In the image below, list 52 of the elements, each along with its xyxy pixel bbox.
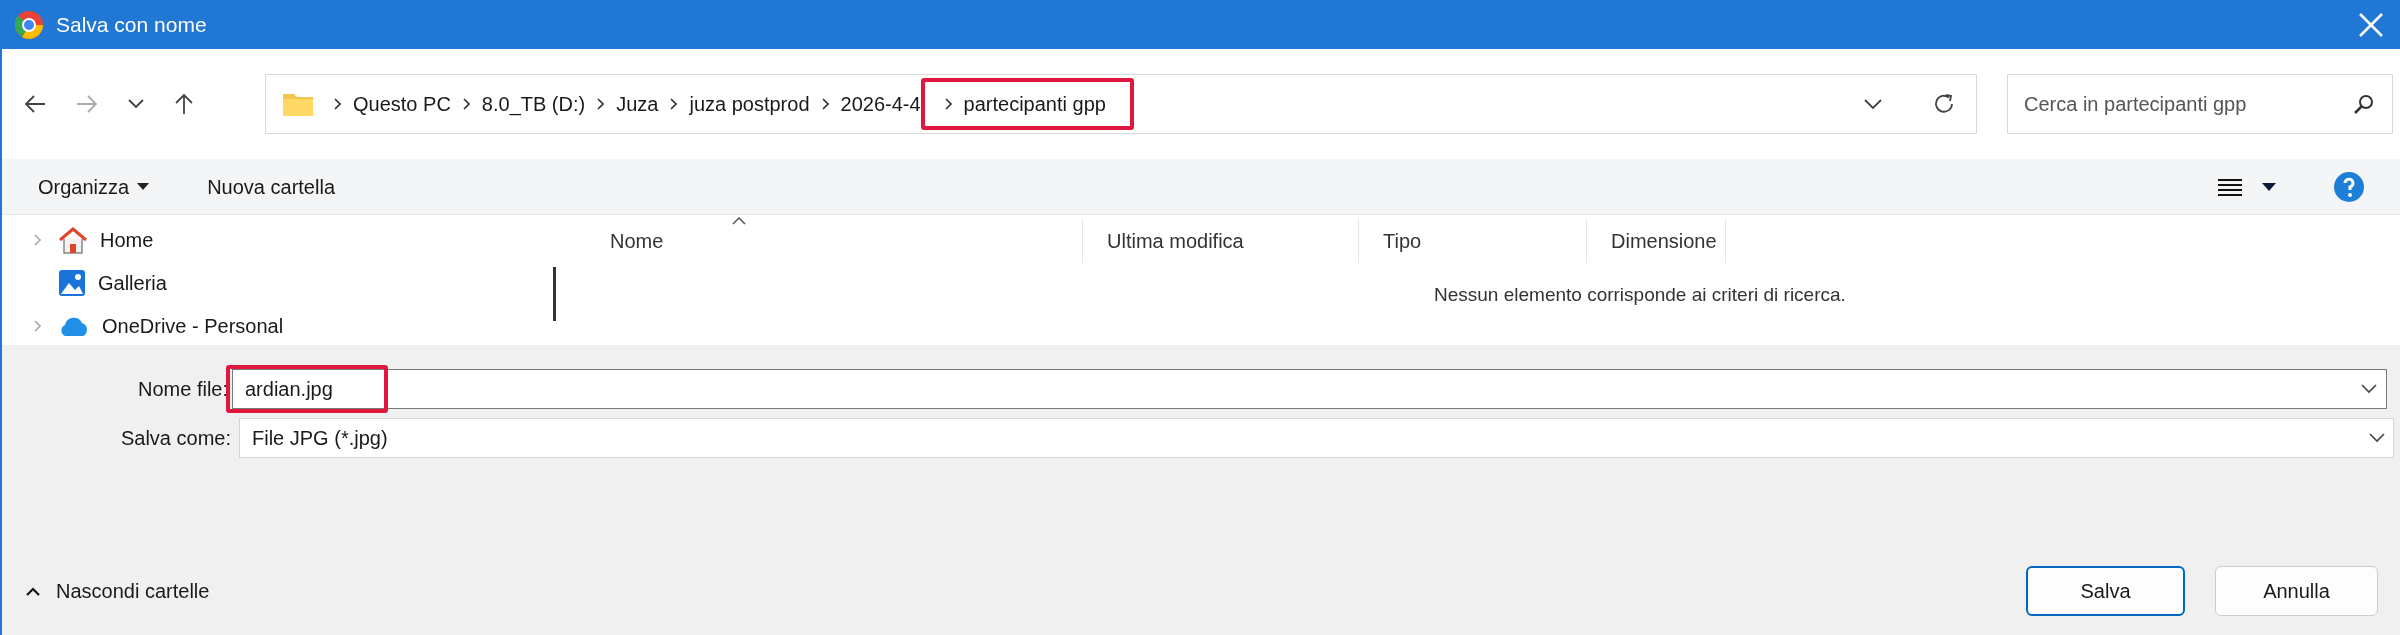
- help-icon[interactable]: [2334, 171, 2364, 202]
- up-arrow-icon[interactable]: [174, 93, 194, 115]
- breadcrumb-item[interactable]: Questo PC: [353, 89, 451, 119]
- breadcrumb-item[interactable]: partecipanti gpp: [963, 89, 1106, 119]
- column-header[interactable]: Tipo: [1359, 219, 1587, 263]
- file-name-field[interactable]: ardian.jpg: [232, 369, 2387, 409]
- breadcrumb-item[interactable]: 2026-4-4: [840, 89, 921, 119]
- column-header[interactable]: Dimensione: [1587, 219, 1726, 263]
- sidebar-item[interactable]: Home: [100, 225, 154, 255]
- breadcrumb-item[interactable]: Juza: [616, 89, 659, 119]
- file-type-dropdown[interactable]: File JPG (*.jpg): [239, 418, 2394, 458]
- organize-button[interactable]: Organizza: [38, 171, 150, 202]
- chevron-right-icon: [944, 98, 952, 110]
- picture-icon: [58, 269, 86, 297]
- refresh-icon[interactable]: [1932, 92, 1956, 116]
- field-label: Nome file:: [136, 377, 229, 402]
- chevron-down-icon[interactable]: [1864, 98, 1882, 110]
- window-title: Salva con nome: [56, 11, 207, 38]
- cancel-button[interactable]: Annulla: [2215, 566, 2378, 616]
- chevron-right-icon: [821, 98, 829, 110]
- scrollbar-thumb[interactable]: [552, 267, 556, 321]
- chevron-down-icon: [2369, 433, 2385, 443]
- column-header[interactable]: Nome: [586, 219, 1083, 263]
- chevron-right-icon: [597, 98, 605, 110]
- app-logo-icon: [14, 9, 44, 40]
- chevron-right-icon: [670, 98, 678, 110]
- field-label: Salva come:: [119, 426, 232, 451]
- close-icon[interactable]: [2358, 11, 2384, 38]
- new-folder-button[interactable]: Nuova cartella: [207, 171, 335, 202]
- caret-icon[interactable]: [2262, 182, 2276, 191]
- house-icon: [58, 226, 88, 254]
- address-bar[interactable]: Questo PC 8.0_TB (D:) Juza juza postprod 2026-4-4 partecipanti gpp: [265, 74, 1977, 134]
- hide-folders-toggle[interactable]: Nascondi cartelle: [26, 576, 210, 606]
- chevron-right-icon: [334, 98, 341, 110]
- breadcrumb-item[interactable]: juza postprod: [689, 89, 810, 119]
- save-button[interactable]: Salva: [2026, 566, 2185, 616]
- cloud-icon: [58, 315, 90, 337]
- sidebar-item[interactable]: OneDrive - Personal: [102, 311, 284, 341]
- search-field[interactable]: Cerca in partecipanti gpp: [2007, 74, 2393, 134]
- chevron-down-icon[interactable]: [128, 99, 144, 109]
- breadcrumb-item[interactable]: 8.0_TB (D:): [481, 89, 586, 119]
- search-icon: [2353, 93, 2375, 115]
- empty-message: Nessun elemento corrisponde ai criteri di ricerca.: [1434, 283, 1847, 307]
- folder-icon: [282, 91, 314, 117]
- caret-icon: [137, 183, 150, 190]
- chevron-right-icon: [462, 98, 470, 110]
- back-arrow-icon[interactable]: [24, 94, 46, 114]
- view-list-icon[interactable]: [2218, 177, 2242, 196]
- column-header[interactable]: Ultima modifica: [1083, 219, 1359, 263]
- chevron-down-icon[interactable]: [2361, 384, 2377, 394]
- chevron-up-icon: [26, 586, 40, 596]
- sidebar-item[interactable]: Galleria: [98, 268, 167, 298]
